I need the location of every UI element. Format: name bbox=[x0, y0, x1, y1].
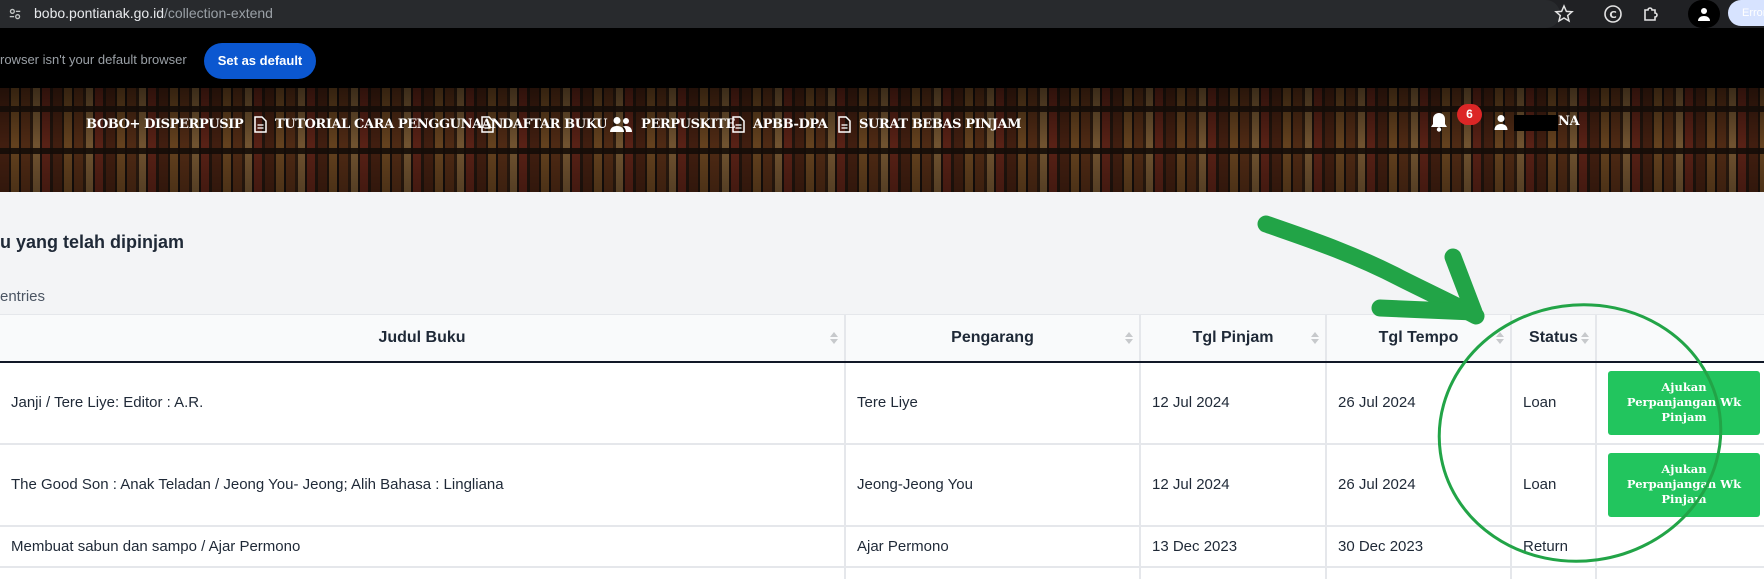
column-header-pengarang[interactable]: Pengarang bbox=[845, 314, 1141, 363]
nav-item-label: TUTORIAL CARA PENGGUNAAN bbox=[275, 116, 503, 132]
set-as-default-button[interactable]: Set as default bbox=[204, 43, 316, 79]
address-bar[interactable]: bobo.pontianak.go.id/collection-extend bbox=[0, 0, 1574, 28]
cell-action bbox=[1596, 525, 1764, 568]
cell-judul-buku: Janji / Tere Liye: Editor : A.R. bbox=[0, 361, 846, 445]
screen: bobo.pontianak.go.id/collection-extend C… bbox=[0, 0, 1764, 579]
shelf-divider bbox=[0, 148, 1764, 154]
extensions-puzzle-icon[interactable] bbox=[1641, 4, 1661, 24]
table-header-row: Judul Buku Pengarang Tgl Pinjam Tgl Temp… bbox=[0, 314, 1764, 363]
sort-icon bbox=[1125, 332, 1133, 346]
notification-count-badge: 6 bbox=[1457, 104, 1482, 125]
profile-icon bbox=[1698, 8, 1710, 21]
column-header-tgl-pinjam[interactable]: Tgl Pinjam bbox=[1140, 314, 1327, 363]
browser-toolbar: bobo.pontianak.go.id/collection-extend C… bbox=[0, 0, 1764, 28]
cell-tgl-pinjam: 12 Jul 2024 bbox=[1140, 443, 1327, 527]
entries-label: entries bbox=[0, 288, 46, 305]
extend-loan-button[interactable]: Ajukan Perpanjangan Wk Pinjam bbox=[1608, 370, 1760, 435]
cell-action: Ajukan Perpanjangan Wk Pinjam bbox=[1596, 361, 1764, 445]
column-header-status[interactable]: Status bbox=[1511, 314, 1597, 363]
user-name-redaction bbox=[1514, 115, 1558, 131]
sort-icon bbox=[1311, 332, 1319, 346]
url-path: /collection-extend bbox=[164, 5, 273, 21]
url-text: bobo.pontianak.go.id/collection-extend bbox=[34, 5, 273, 21]
bookmark-star-icon[interactable] bbox=[1554, 4, 1574, 24]
extension-c-icon[interactable]: C bbox=[1603, 4, 1623, 24]
cell-empty bbox=[0, 566, 846, 579]
default-browser-infobar: rowser isn't your default browser Set as… bbox=[0, 28, 1764, 88]
nav-item-label: APBB-DPA bbox=[753, 116, 828, 132]
sort-icon bbox=[1581, 332, 1589, 346]
cell-empty bbox=[845, 566, 1141, 579]
user-name[interactable]: NA bbox=[1558, 114, 1580, 129]
nav-item-label: PERPUSKITE bbox=[641, 116, 735, 132]
nav-item-tutorial[interactable]: TUTORIAL CARA PENGGUNAAN bbox=[254, 112, 503, 136]
cell-judul-buku: Membuat sabun dan sampo / Ajar Permono bbox=[0, 525, 846, 568]
table-row: Janji / Tere Liye: Editor : A.R. Tere Li… bbox=[0, 361, 1764, 445]
annotation-arrow-shaft bbox=[1257, 215, 1485, 325]
cell-tgl-tempo: 30 Dec 2023 bbox=[1326, 525, 1512, 568]
column-header-action bbox=[1596, 314, 1764, 363]
cell-tgl-tempo: 26 Jul 2024 bbox=[1326, 361, 1512, 445]
users-icon bbox=[610, 117, 632, 132]
cell-empty bbox=[1511, 566, 1597, 579]
borrowed-books-table: Judul Buku Pengarang Tgl Pinjam Tgl Temp… bbox=[0, 314, 1764, 579]
cell-status: Loan bbox=[1511, 443, 1597, 527]
svg-text:C: C bbox=[1609, 10, 1616, 21]
url-host: bobo.pontianak.go.id bbox=[34, 5, 164, 21]
column-header-tgl-tempo[interactable]: Tgl Tempo bbox=[1326, 314, 1512, 363]
document-icon bbox=[732, 115, 745, 133]
infobar-message: rowser isn't your default browser bbox=[0, 52, 187, 67]
user-icon[interactable] bbox=[1493, 114, 1509, 130]
cell-tgl-tempo: 26 Jul 2024 bbox=[1326, 443, 1512, 527]
sort-icon bbox=[830, 332, 838, 346]
sort-icon bbox=[1496, 332, 1504, 346]
nav-item-label: DAFTAR BUKU bbox=[502, 116, 608, 132]
cell-action: Ajukan Perpanjangan Wk Pinjam bbox=[1596, 443, 1764, 527]
cell-tgl-pinjam: 12 Jul 2024 bbox=[1140, 361, 1327, 445]
extend-loan-button[interactable]: Ajukan Perpanjangan Wk Pinjam bbox=[1608, 452, 1760, 517]
site-header: BOBO+ DISPERPUSIP TUTORIAL CARA PENGGUNA… bbox=[0, 88, 1764, 192]
cell-judul-buku: The Good Son : Anak Teladan / Jeong You-… bbox=[0, 443, 846, 527]
cell-status: Loan bbox=[1511, 361, 1597, 445]
cell-empty bbox=[1596, 566, 1764, 579]
cell-pengarang: Tere Liye bbox=[845, 361, 1141, 445]
document-icon bbox=[481, 115, 494, 133]
cell-empty bbox=[1326, 566, 1512, 579]
nav-item-label: SURAT BEBAS PINJAM bbox=[859, 116, 1022, 132]
error-button[interactable]: Error bbox=[1728, 0, 1764, 26]
site-settings-icon[interactable] bbox=[8, 7, 22, 21]
nav-item-apbb-dpa[interactable]: APBB-DPA bbox=[732, 112, 828, 136]
table-row bbox=[0, 566, 1764, 579]
cell-pengarang: Ajar Permono bbox=[845, 525, 1141, 568]
cell-tgl-pinjam: 13 Dec 2023 bbox=[1140, 525, 1327, 568]
nav-brand[interactable]: BOBO+ DISPERPUSIP bbox=[86, 112, 244, 136]
column-header-judul-buku[interactable]: Judul Buku bbox=[0, 314, 846, 363]
cell-pengarang: Jeong-Jeong You bbox=[845, 443, 1141, 527]
notification-bell-icon[interactable] bbox=[1428, 111, 1450, 133]
table-row: The Good Son : Anak Teladan / Jeong You-… bbox=[0, 443, 1764, 527]
nav-item-daftar-buku[interactable]: DAFTAR BUKU bbox=[481, 112, 607, 136]
cell-status: Return bbox=[1511, 525, 1597, 568]
page-title: u yang telah dipinjam bbox=[0, 232, 185, 252]
annotation-arrow-head bbox=[1371, 248, 1483, 321]
document-icon bbox=[254, 115, 267, 133]
document-icon bbox=[838, 115, 851, 133]
nav-item-surat-bebas-pinjam[interactable]: SURAT BEBAS PINJAM bbox=[838, 112, 1022, 136]
table-row: Membuat sabun dan sampo / Ajar Permono A… bbox=[0, 525, 1764, 568]
cell-empty bbox=[1140, 566, 1327, 579]
profile-button[interactable] bbox=[1688, 0, 1720, 28]
nav-item-perpuskite[interactable]: PERPUSKITE bbox=[609, 112, 735, 136]
